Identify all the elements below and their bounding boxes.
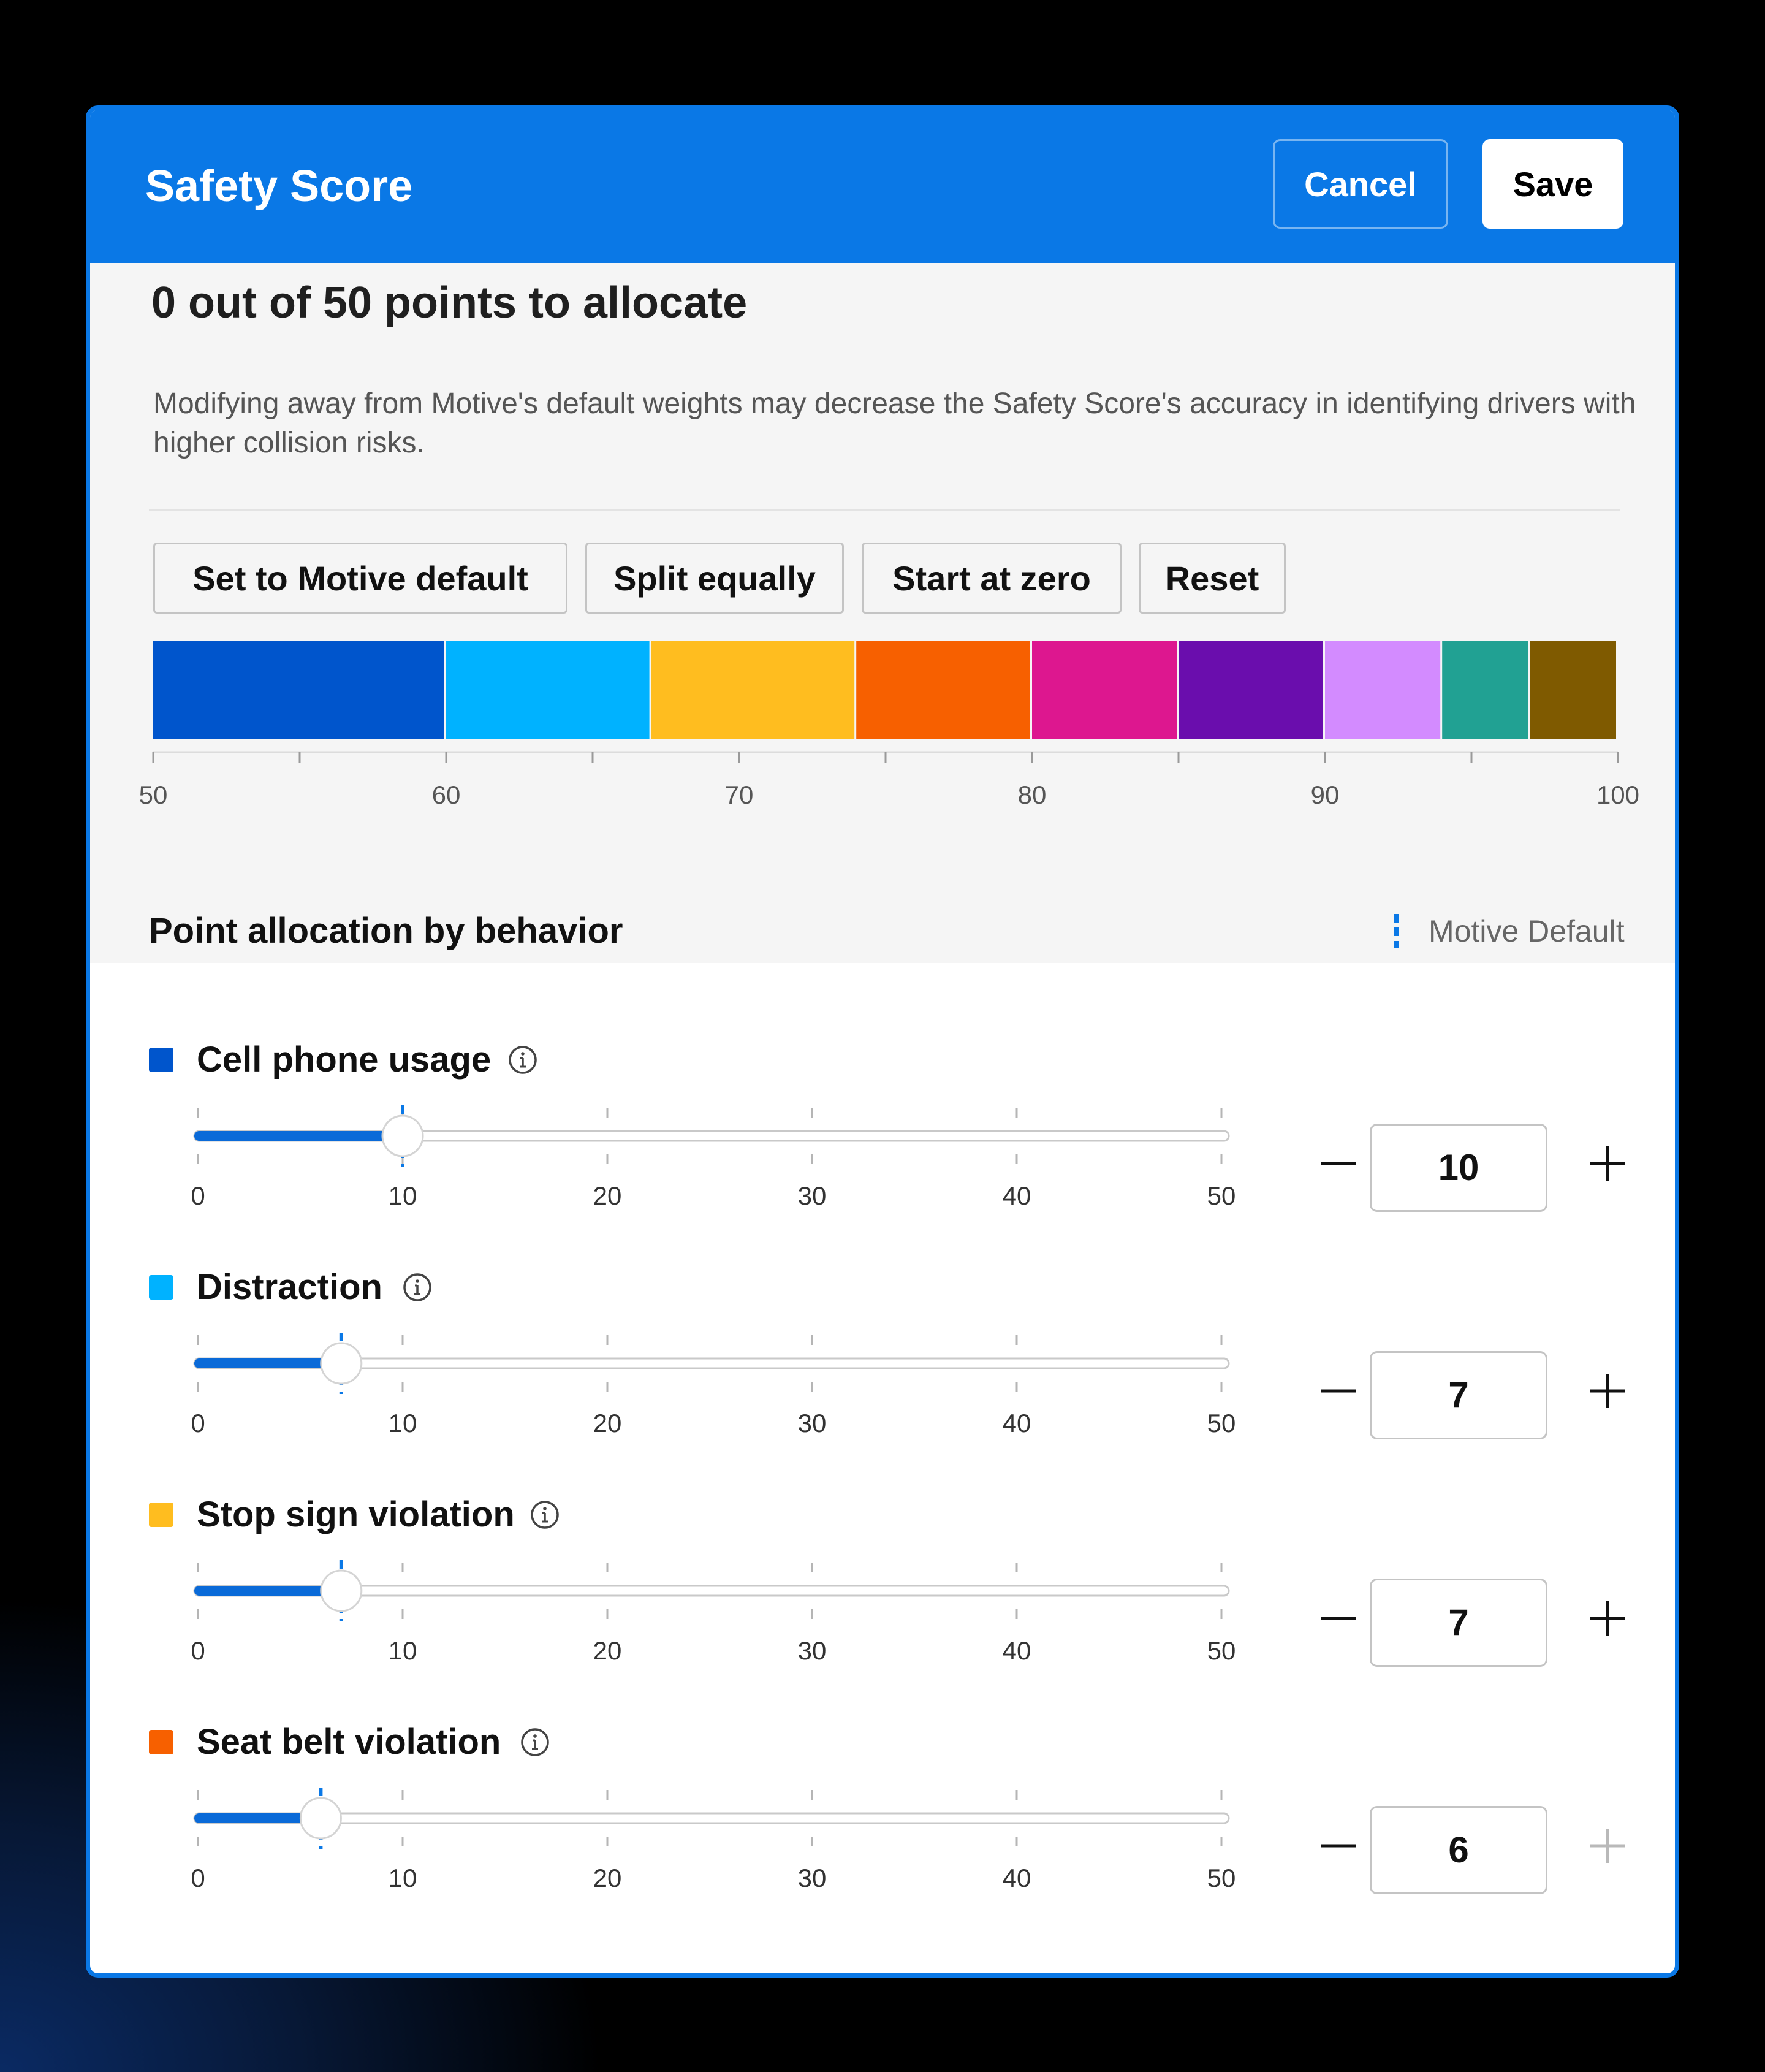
motive-default-legend: Motive Default [1394,907,1675,956]
minus-icon [1321,1389,1356,1393]
slider-scale-label: 30 [798,1181,827,1210]
slider-scale-label: 10 [389,1181,417,1210]
points-slider[interactable]: 0 10 20 30 40 50 [90,1689,1291,1910]
plus-icon [1590,1829,1625,1863]
increment-button[interactable] [1573,1357,1641,1425]
section-title: Point allocation by behavior [149,911,623,951]
points-slider[interactable]: 0 10 20 30 40 50 [90,1235,1291,1455]
x-tick-label: 70 [725,780,754,809]
slider-scale-label: 40 [1003,1864,1031,1892]
increment-button[interactable] [1573,1130,1641,1197]
behavior-row: Cell phone usage 0 10 20 30 40 50 10 [90,1007,1675,1228]
slider-fill [194,1358,341,1368]
slider-fill [194,1131,403,1141]
plus-icon [1590,1601,1625,1636]
bar-segment [1032,641,1177,739]
slider-scale-label: 20 [593,1864,622,1892]
bar-segment [651,641,855,739]
decrement-button[interactable] [1291,1585,1359,1652]
slider-scale-label: 20 [593,1636,622,1665]
slider-scale-label: 10 [389,1864,417,1892]
slider-handle[interactable] [381,1114,424,1157]
bar-segment [1442,641,1528,739]
decrement-button[interactable] [1291,1812,1359,1880]
slider-scale-label: 50 [1207,1636,1236,1665]
x-tick-label: 100 [1596,780,1639,809]
plus-icon [1590,1374,1625,1408]
bar-segment [153,641,444,739]
minus-icon [1321,1617,1356,1620]
x-tick-label: 80 [1018,780,1047,809]
points-input[interactable]: 6 [1370,1806,1547,1894]
slider-scale-label: 50 [1207,1864,1236,1892]
safety-score-modal: Safety Score Cancel Save 0 out of 50 poi… [86,105,1679,1978]
x-tick-label: 50 [139,780,168,809]
bar-segment [856,641,1030,739]
decrement-button[interactable] [1291,1357,1359,1425]
slider-scale-label: 0 [191,1181,205,1210]
bar-segment [1325,641,1441,739]
bar-segment [446,641,650,739]
slider-scale-label: 50 [1207,1181,1236,1210]
points-slider[interactable]: 0 10 20 30 40 50 [90,1462,1291,1683]
behavior-row: Distraction 0 10 20 30 40 50 7 [90,1235,1675,1455]
slider-scale-label: 40 [1003,1181,1031,1210]
minus-icon [1321,1162,1356,1165]
slider-scale-label: 40 [1003,1409,1031,1438]
slider-scale-label: 30 [798,1409,827,1438]
points-input[interactable]: 10 [1370,1124,1547,1212]
points-input[interactable]: 7 [1370,1351,1547,1439]
slider-track[interactable] [193,1812,1230,1824]
bar-segment [1179,641,1323,739]
decrement-button[interactable] [1291,1130,1359,1197]
increment-button[interactable] [1573,1812,1641,1880]
bar-segment [1530,641,1616,739]
slider-scale-label: 50 [1207,1409,1236,1438]
points-stacked-bar-chart: 50 60 70 80 90 100 [139,641,1639,809]
slider-scale-label: 20 [593,1409,622,1438]
slider-handle[interactable] [320,1342,363,1385]
minus-icon [1321,1844,1356,1848]
slider-scale-label: 20 [593,1181,622,1210]
legend-label: Motive Default [1429,914,1625,948]
behavior-row: Seat belt violation 0 10 20 30 40 50 6 [90,1689,1675,1910]
x-tick-label: 60 [432,780,461,809]
slider-fill [194,1586,341,1596]
slider-handle[interactable] [299,1797,342,1840]
slider-scale-label: 10 [389,1409,417,1438]
slider-scale-label: 0 [191,1409,205,1438]
increment-button[interactable] [1573,1585,1641,1652]
dashed-line-icon [1394,914,1399,948]
slider-handle[interactable] [320,1569,363,1612]
behavior-row: Stop sign violation 0 10 20 30 40 50 7 [90,1462,1675,1683]
slider-scale-label: 30 [798,1636,827,1665]
plus-icon [1590,1146,1625,1181]
x-tick-label: 90 [1311,780,1340,809]
slider-scale-label: 40 [1003,1636,1031,1665]
slider-scale-label: 0 [191,1864,205,1892]
points-slider[interactable]: 0 10 20 30 40 50 [90,1007,1291,1228]
slider-scale-label: 10 [389,1636,417,1665]
slider-scale-label: 30 [798,1864,827,1892]
slider-scale-label: 0 [191,1636,205,1665]
points-input[interactable]: 7 [1370,1579,1547,1667]
